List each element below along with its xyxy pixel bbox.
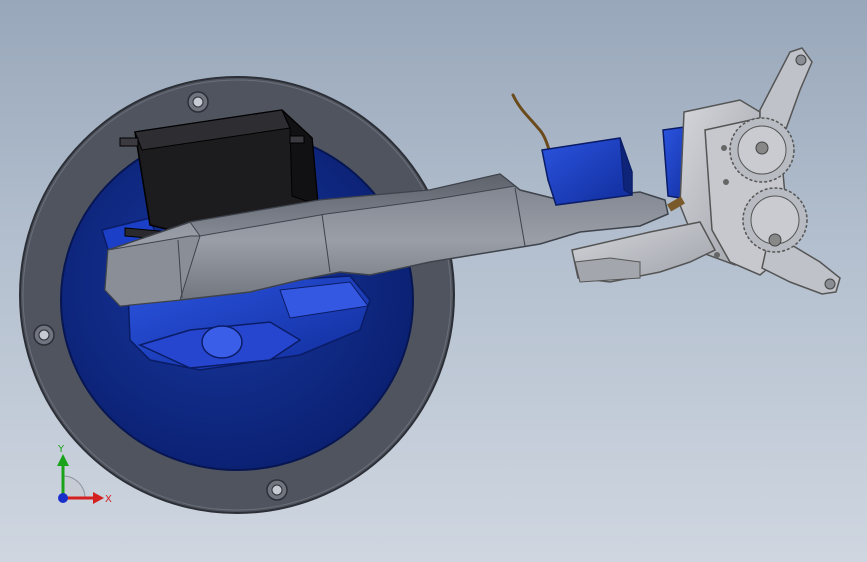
coordinate-triad: Y X bbox=[57, 444, 112, 505]
bolt-hole-icon bbox=[266, 479, 288, 501]
z-axis-point-icon bbox=[58, 493, 68, 503]
y-axis-label: Y bbox=[57, 444, 65, 455]
bolt-hole-icon bbox=[33, 324, 55, 346]
bolt-hole-icon bbox=[187, 91, 209, 113]
robot-arm-model[interactable] bbox=[0, 0, 867, 562]
gear-icon bbox=[742, 187, 808, 253]
wrist-wire bbox=[511, 93, 554, 160]
x-axis-label: X bbox=[105, 494, 112, 505]
wrist-servo[interactable] bbox=[541, 125, 701, 206]
gear-icon bbox=[729, 117, 795, 183]
cad-viewport[interactable]: Y X bbox=[0, 0, 867, 562]
